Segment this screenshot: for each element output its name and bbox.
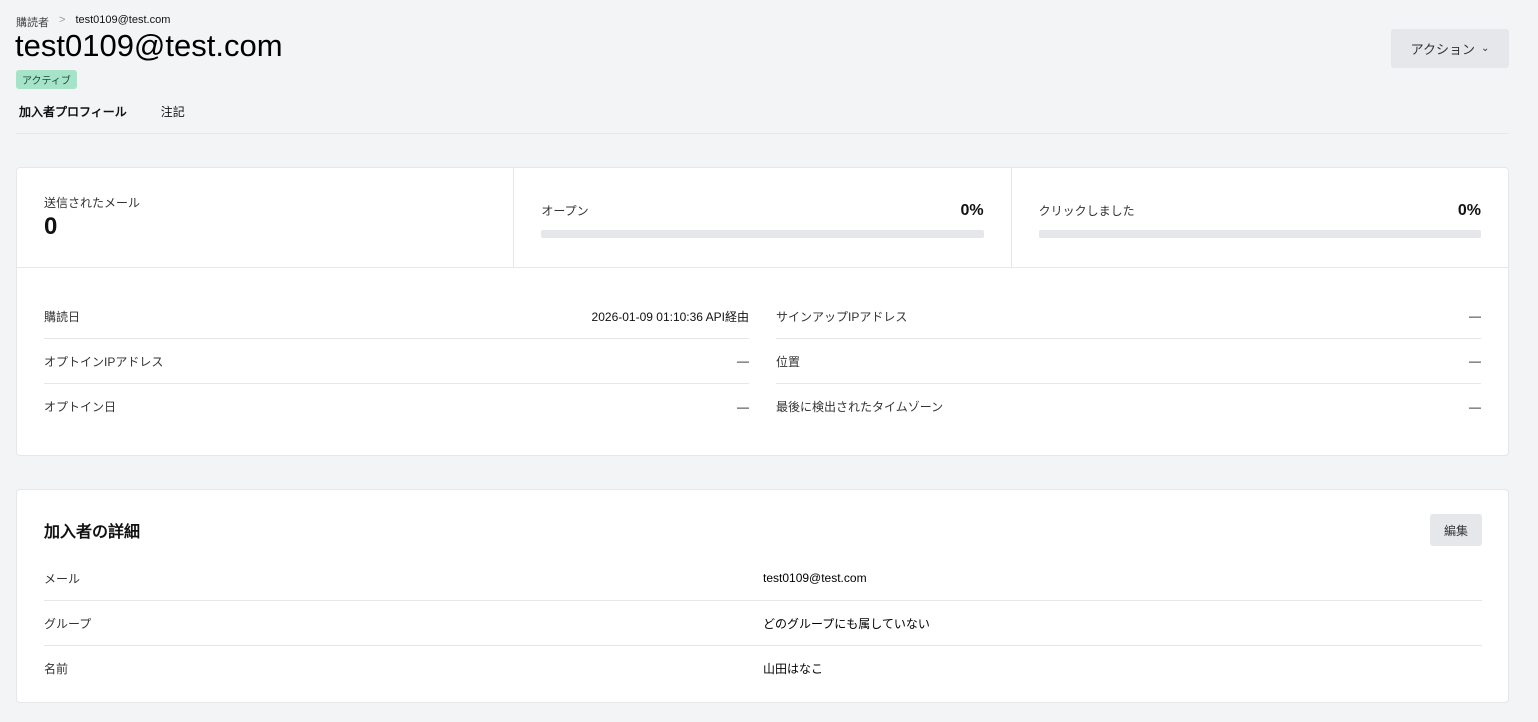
tab-notes[interactable]: 注記 [161, 103, 185, 120]
sent-value: 0 [44, 213, 58, 240]
open-progress-bar [541, 230, 984, 238]
info-key: 購読日 [44, 309, 81, 324]
details-card: 加入者の詳細 編集 メール test0109@test.com グループ どのグループ… [16, 489, 1509, 703]
stat-sent: 送信されたメール 0 [17, 168, 515, 267]
detail-value: 山田はなこ [763, 662, 824, 676]
detail-value: どのグループにも属していない [763, 616, 930, 631]
status-badge: アクティブ [16, 70, 77, 89]
detail-row: メール test0109@test.com [44, 556, 1482, 601]
detail-row: グループ どのグループにも属していない [44, 601, 1482, 646]
detail-row: 名前 山田はなこ [44, 646, 1482, 691]
info-value: — [1469, 354, 1481, 368]
detail-key: グループ [44, 616, 92, 631]
info-row: オプトイン日 — [44, 384, 749, 429]
sent-label: 送信されたメール [44, 196, 141, 210]
info-value: — [1469, 309, 1481, 323]
stats-card: 送信されたメール 0 オープン 0% クリックしました 0% 購読日 2026-01-… [16, 167, 1509, 456]
open-value: 0% [960, 202, 984, 219]
action-button[interactable]: アクション ⌄ [1391, 29, 1509, 68]
info-row: 位置 — [776, 339, 1481, 384]
detail-key: メール [44, 571, 81, 586]
stat-click: クリックしました 0% [1012, 168, 1508, 267]
info-key: 位置 [776, 354, 801, 369]
info-value: — [1469, 399, 1481, 414]
click-value: 0% [1457, 202, 1481, 219]
page-title: test0109@test.com [15, 28, 283, 63]
divider [16, 133, 1508, 134]
info-value: — [737, 399, 749, 414]
click-progress-bar [1038, 230, 1481, 238]
open-label: オープン [541, 204, 589, 218]
action-label: アクション [1410, 42, 1475, 57]
details-title: 加入者の詳細 [44, 524, 141, 541]
tab-profile[interactable]: 加入者プロフィール [19, 103, 127, 120]
edit-button[interactable]: 編集 [1430, 514, 1482, 546]
info-key: オプトイン日 [44, 400, 117, 414]
info-key: オプトインIPアドレス [44, 354, 164, 369]
info-row: オプトインIPアドレス — [44, 339, 749, 384]
info-row: 最後に検出されたタイムゾーン — [776, 384, 1481, 429]
info-key: サインアップIPアドレス [776, 309, 908, 324]
info-value: 2026-01-09 01:10:36 API経由 [591, 309, 749, 324]
info-row: 購読日 2026-01-09 01:10:36 API経由 [44, 294, 749, 339]
click-label: クリックしました [1038, 204, 1135, 218]
info-row: サインアップIPアドレス — [776, 294, 1481, 339]
detail-key: 名前 [44, 662, 69, 676]
chevron-down-icon: ⌄ [1480, 43, 1490, 54]
detail-value: test0109@test.com [763, 571, 867, 585]
info-key: 最後に検出されたタイムゾーン [776, 400, 944, 414]
info-value: — [737, 354, 749, 368]
stat-open: オープン 0% [514, 168, 1012, 267]
